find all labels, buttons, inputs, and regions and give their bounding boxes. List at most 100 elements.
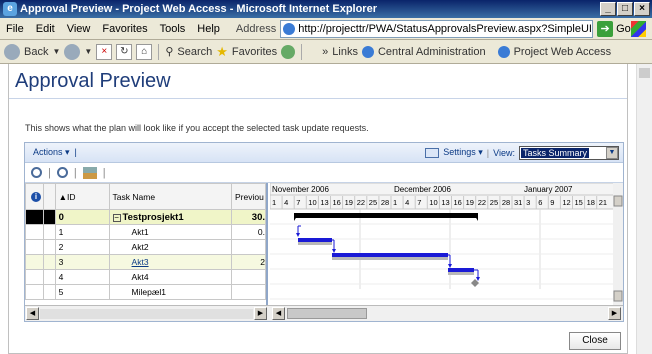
summary-bar[interactable] xyxy=(294,213,478,218)
id-column-header[interactable]: ▲ID xyxy=(54,183,110,210)
table-row[interactable]: 1 Akt1 0. xyxy=(25,224,266,240)
table-row[interactable]: 4 Akt4 xyxy=(25,269,266,285)
day-label: 7 xyxy=(417,198,421,207)
maximize-button[interactable]: □ xyxy=(617,2,633,16)
grid-icon-bar: | | | xyxy=(25,163,623,183)
close-window-button[interactable]: × xyxy=(634,2,650,16)
stop-icon[interactable]: × xyxy=(96,43,113,60)
menu-view[interactable]: View xyxy=(61,23,97,35)
day-label: 4 xyxy=(405,198,409,207)
back-icon[interactable] xyxy=(4,43,20,60)
page-scrollbar[interactable] xyxy=(636,64,652,354)
divider xyxy=(301,43,303,60)
day-label: 10 xyxy=(308,198,316,207)
page-description: This shows what the plan will look like … xyxy=(25,123,369,133)
window-titlebar: e Approval Preview - Project Web Access … xyxy=(0,0,652,18)
gantt-grid: Actions ▾ | Settings ▾ | View: Tasks Sum… xyxy=(24,142,624,322)
day-label: 13 xyxy=(441,198,449,207)
windows-logo-icon xyxy=(630,20,646,37)
back-button[interactable]: Back xyxy=(24,46,48,58)
info-icon: i xyxy=(30,192,41,202)
menu-favorites[interactable]: Favorites xyxy=(96,23,153,35)
scroll-right-icon[interactable]: ▶ xyxy=(254,307,267,320)
scroll-right-icon[interactable]: ▶ xyxy=(608,307,621,320)
page-content: Approval Preview This shows what the pla… xyxy=(0,64,652,354)
month-label: November 2006 xyxy=(272,185,329,194)
day-label: 22 xyxy=(478,198,486,207)
view-label: View: xyxy=(493,147,515,158)
previous-column-header[interactable]: Previou xyxy=(231,183,266,210)
table-row[interactable]: 3 Akt3 2 xyxy=(25,254,266,270)
browser-toolbar: Back ▼ ▼ × ↻ ⌂ ⚲ Search ★ Favorites » Li… xyxy=(0,40,652,64)
page-icon xyxy=(497,45,510,58)
go-button[interactable]: ➔ Go xyxy=(597,20,631,37)
menu-tools[interactable]: Tools xyxy=(154,23,192,35)
grid-toolbar: Actions ▾ | Settings ▾ | View: Tasks Sum… xyxy=(25,143,623,163)
scroll-left-icon[interactable]: ◀ xyxy=(272,307,285,320)
task-bar-akt3[interactable] xyxy=(332,253,448,257)
zoom-out-icon[interactable] xyxy=(56,167,68,178)
search-button[interactable]: Search xyxy=(177,46,212,58)
horizontal-scrollbar[interactable]: ◀ ▶ ◀ ▶ xyxy=(25,305,623,321)
links-label: Links xyxy=(332,45,358,58)
task-bar-akt4[interactable] xyxy=(448,268,474,272)
minimize-button[interactable]: _ xyxy=(600,2,616,16)
day-label: 28 xyxy=(502,198,510,207)
forward-icon[interactable] xyxy=(64,43,81,60)
day-label: 19 xyxy=(466,198,474,207)
favorites-button[interactable]: Favorites xyxy=(232,46,277,58)
table-row[interactable]: 0 − Testprosjekt1 30. xyxy=(25,209,266,225)
page-icon xyxy=(283,22,296,35)
gantt-scroll-up[interactable] xyxy=(613,195,623,207)
day-label: 3 xyxy=(526,198,530,207)
actions-menu[interactable]: Actions ▾ | xyxy=(33,147,77,158)
menu-file[interactable]: File xyxy=(0,23,30,35)
go-arrow-icon: ➔ xyxy=(597,20,614,37)
home-icon[interactable]: ⌂ xyxy=(136,43,153,60)
task-table: i ▲ID Task Name Previou 0 − Testprosjekt1… xyxy=(25,183,268,305)
favorites-icon[interactable]: ★ xyxy=(216,44,228,60)
scroll-left-icon[interactable]: ◀ xyxy=(26,307,39,320)
scroll-thumb[interactable] xyxy=(287,308,367,319)
table-row[interactable]: 5 Milepæl1 xyxy=(25,284,266,300)
chevron-down-icon[interactable]: ▼ xyxy=(52,47,60,56)
month-label: December 2006 xyxy=(394,185,451,194)
day-label: 1 xyxy=(393,198,397,207)
view-select[interactable]: Tasks Summary ▼ xyxy=(519,145,619,160)
task-bar-akt2[interactable] xyxy=(298,238,332,242)
gantt-svg: November 2006 December 2006 January 2007… xyxy=(270,183,623,305)
table-row[interactable]: 2 Akt2 xyxy=(25,239,266,255)
day-label: 31 xyxy=(514,198,522,207)
collapse-icon[interactable]: − xyxy=(112,213,121,222)
day-label: 10 xyxy=(429,198,437,207)
settings-menu[interactable]: Settings ▾ xyxy=(443,147,483,158)
day-label: 12 xyxy=(562,198,570,207)
ie-icon: e xyxy=(3,2,17,16)
refresh-icon[interactable]: ↻ xyxy=(116,43,133,60)
task-link-akt3[interactable]: Akt3 xyxy=(132,257,149,267)
day-label: 25 xyxy=(490,198,498,207)
day-label: 1 xyxy=(272,198,276,207)
menu-edit[interactable]: Edit xyxy=(30,23,61,35)
close-button[interactable]: Close xyxy=(569,332,621,350)
media-icon[interactable] xyxy=(281,44,296,59)
day-label: 15 xyxy=(575,198,583,207)
gantt-scroll-down[interactable] xyxy=(613,290,623,302)
menu-help[interactable]: Help xyxy=(191,23,226,35)
address-url: http://projecttr/PWA/StatusApprovalsPrev… xyxy=(298,22,592,35)
day-label: 16 xyxy=(333,198,341,207)
link-central-administration[interactable]: Central Administration xyxy=(378,46,486,58)
scroll-to-task-icon[interactable] xyxy=(82,166,97,179)
zoom-in-icon[interactable] xyxy=(31,167,42,178)
approval-preview-dialog: Approval Preview This shows what the pla… xyxy=(8,64,628,354)
address-bar[interactable]: http://projecttr/PWA/StatusApprovalsPrev… xyxy=(280,19,594,38)
chevron-more-icon[interactable]: » xyxy=(322,46,328,58)
search-icon[interactable]: ⚲ xyxy=(165,45,173,58)
day-label: 22 xyxy=(357,198,365,207)
day-label: 4 xyxy=(284,198,288,207)
day-label: 28 xyxy=(381,198,389,207)
link-project-web-access[interactable]: Project Web Access xyxy=(514,46,612,58)
gantt-chart: November 2006 December 2006 January 2007… xyxy=(270,183,623,305)
chevron-down-icon[interactable]: ▼ xyxy=(84,47,92,56)
task-name-column-header[interactable]: Task Name xyxy=(108,183,233,210)
